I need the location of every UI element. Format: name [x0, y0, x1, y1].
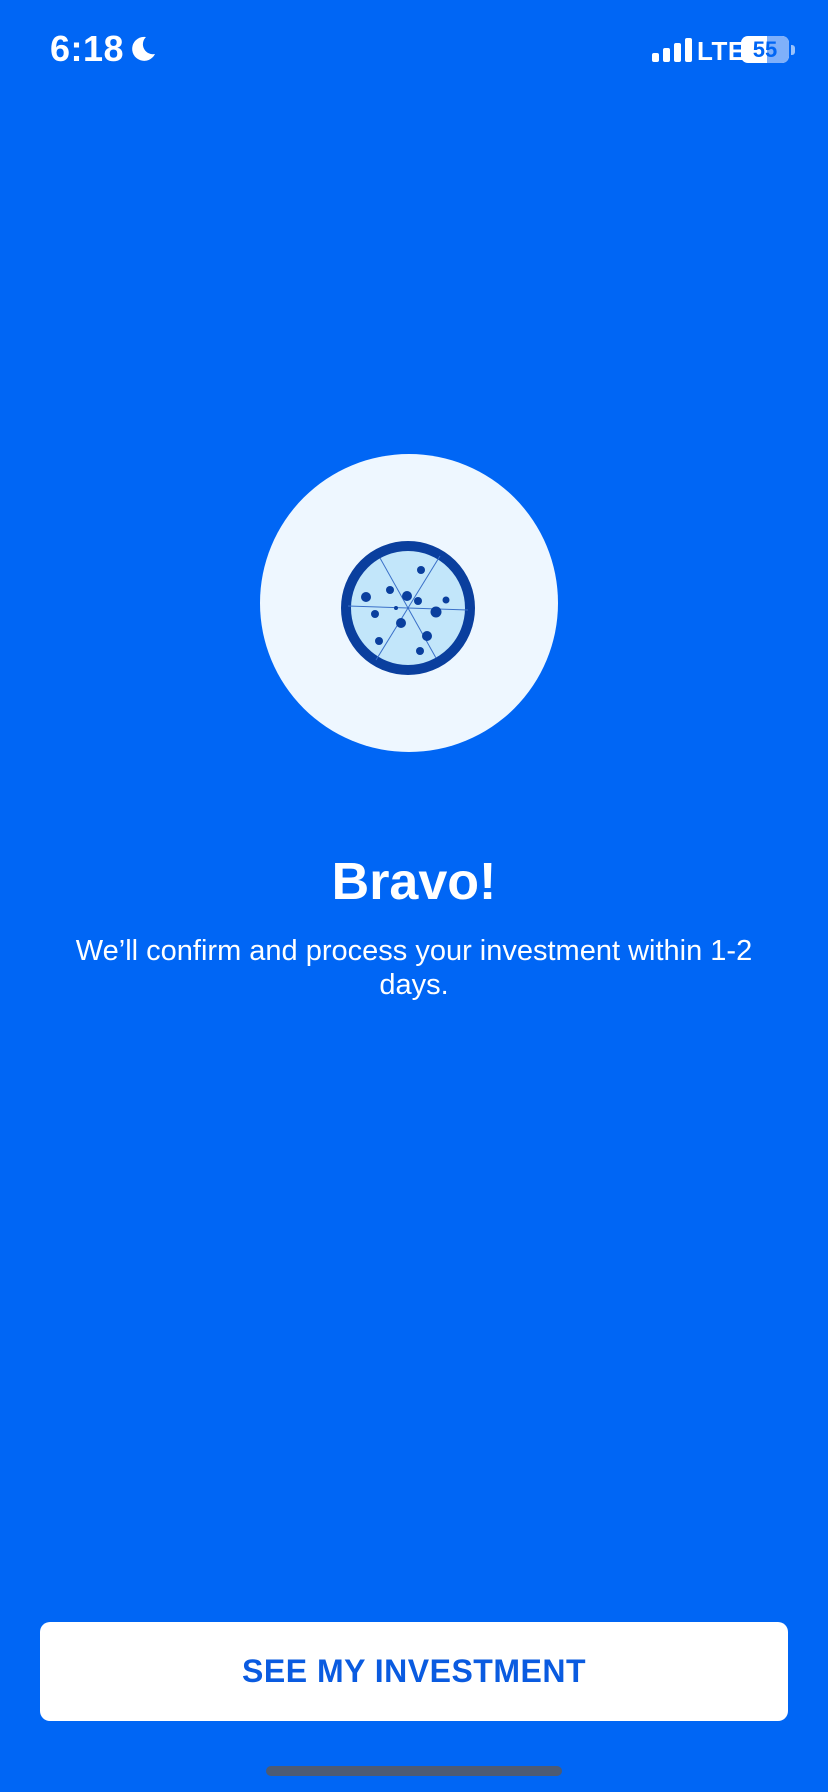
- see-my-investment-button[interactable]: SEE MY INVESTMENT: [40, 1622, 788, 1721]
- network-type: LTE: [697, 36, 746, 66]
- status-time: 6:18: [50, 28, 125, 69]
- see-my-investment-label: SEE MY INVESTMENT: [242, 1653, 586, 1689]
- battery-tip: [791, 45, 795, 55]
- page-title: Bravo!: [331, 853, 497, 911]
- battery-level: 55: [752, 37, 778, 62]
- signal-icon: [652, 38, 692, 62]
- pizza-icon: [341, 541, 475, 675]
- home-indicator[interactable]: [266, 1766, 562, 1776]
- moon-icon: [132, 36, 155, 61]
- status-bar: 6:18 LTE 55: [0, 0, 828, 100]
- battery-icon: 55: [741, 36, 789, 63]
- confirmation-message: We’ll confirm and process your investmen…: [75, 935, 753, 1001]
